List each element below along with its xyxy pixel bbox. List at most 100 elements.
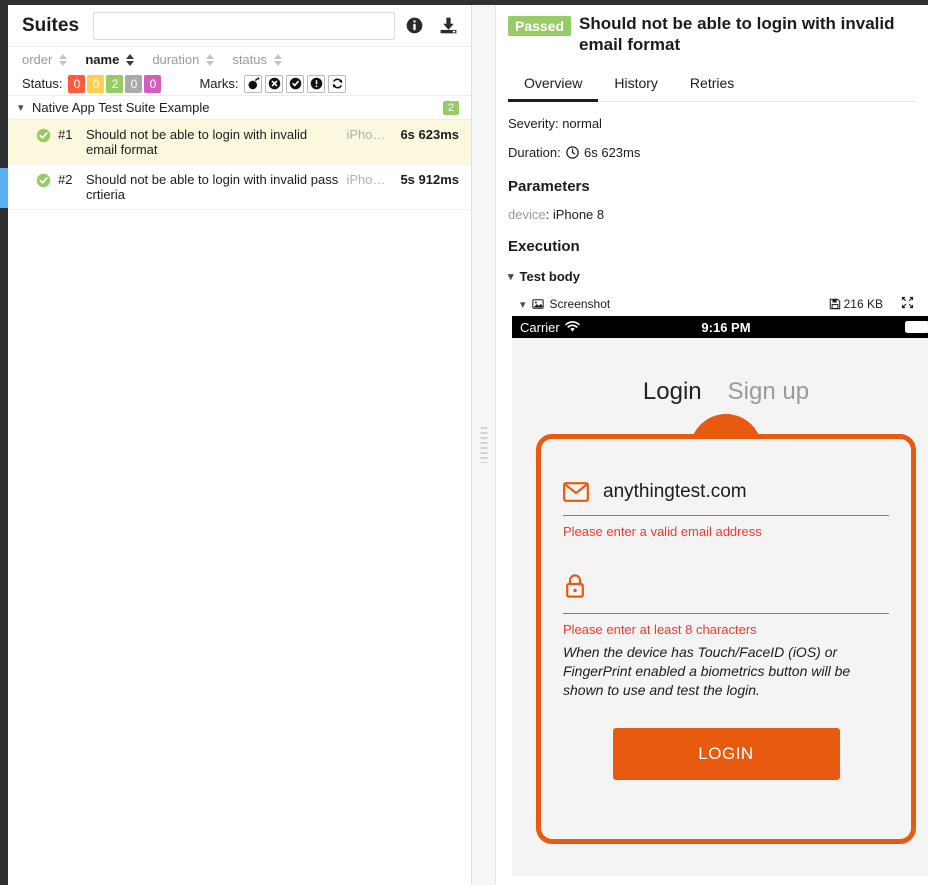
sort-arrows-icon (274, 53, 282, 66)
retry-refresh-icon[interactable] (328, 74, 347, 93)
sort-arrows-icon (126, 53, 135, 66)
severity-value: normal (562, 116, 602, 131)
password-field-underline (563, 613, 889, 614)
marks-group (244, 74, 347, 93)
sort-label-name: name (85, 52, 120, 67)
suite-tree: ▾ Native App Test Suite Example 2 #1 Sho… (8, 96, 471, 210)
sort-arrows-icon (59, 53, 68, 66)
envelope-icon (563, 482, 589, 502)
test-order: #1 (58, 127, 73, 142)
sort-column-order[interactable]: order (22, 52, 68, 67)
passed-status-icon (36, 172, 58, 191)
password-error-message: Please enter at least 8 characters (563, 622, 757, 637)
severity-label: Severity: (508, 116, 559, 131)
app-tab-signup[interactable]: Sign up (728, 378, 809, 406)
suites-header: Suites (8, 5, 471, 47)
duration-label: Duration: (508, 145, 561, 160)
severity-line: Severity: normal (508, 116, 916, 131)
login-button[interactable]: LOGIN (612, 728, 840, 780)
passed-status-icon (36, 127, 58, 146)
biometrics-note: When the device has Touch/FaceID (iOS) o… (563, 644, 851, 698)
status-chip-unknown[interactable]: 0 (144, 74, 162, 93)
duration-line: Duration: 6s 623ms (508, 145, 916, 162)
attachment-size-group: 216 KB (829, 297, 883, 311)
chevron-down-icon: ▾ (520, 298, 526, 311)
sort-column-duration[interactable]: duration (152, 52, 215, 67)
test-list-item-2[interactable]: #2 Should not be able to login with inva… (8, 165, 471, 210)
test-detail-header: Passed Should not be able to login with … (496, 5, 928, 102)
image-icon (531, 298, 544, 310)
sort-column-status[interactable]: status (232, 52, 282, 67)
suite-name: Native App Test Suite Example (32, 100, 210, 115)
page-title: Should not be able to login with invalid… (579, 14, 895, 54)
filter-row: Status: 0 0 2 0 0 Marks: (8, 72, 471, 96)
status-chip-group: 0 0 2 0 0 (68, 74, 162, 93)
chevron-down-icon: ▾ (508, 271, 514, 283)
test-name: Should not be able to login with invalid… (86, 127, 308, 157)
clock-icon (566, 146, 580, 162)
test-detail-body: Severity: normal Duration: 6s 623ms Para… (496, 116, 928, 876)
chevron-down-icon: ▾ (18, 102, 24, 114)
parameters-heading: Parameters (508, 178, 590, 195)
fullscreen-expand-icon[interactable] (901, 296, 914, 312)
phone-status-bar: Carrier 9:16 PM (512, 316, 928, 338)
status-chip-failed[interactable]: 0 (68, 74, 86, 93)
attachment-name: Screenshot (549, 297, 611, 311)
duration-value: 6s 623ms (584, 145, 641, 160)
broken-x-circle-icon[interactable] (265, 74, 284, 93)
tab-overview[interactable]: Overview (508, 67, 599, 102)
floppy-save-icon (829, 298, 841, 310)
info-icon[interactable] (399, 11, 429, 41)
attachment-size: 216 KB (843, 297, 883, 311)
sort-column-name[interactable]: name (85, 52, 135, 67)
suites-pane: Suites order name duration status Status… (8, 5, 472, 885)
nav-segment-overview[interactable] (0, 5, 8, 168)
attachment-row[interactable]: ▾ Screenshot 216 KB (520, 296, 916, 312)
test-detail-pane: Passed Should not be able to login with … (496, 5, 928, 885)
status-chip-skipped[interactable]: 0 (125, 74, 143, 93)
execution-heading: Execution (508, 238, 580, 255)
splitter-grip-icon[interactable] (480, 427, 487, 463)
email-field-group: anythingtest.com Please enter a valid em… (563, 471, 889, 539)
left-nav-strip (0, 5, 8, 885)
suite-group-row[interactable]: ▾ Native App Test Suite Example 2 (8, 96, 471, 120)
test-body-toggle[interactable]: ▾ Test body (508, 269, 916, 284)
download-icon[interactable] (433, 11, 463, 41)
login-card: anythingtest.com Please enter a valid em… (536, 434, 916, 844)
tab-retries[interactable]: Retries (674, 67, 750, 102)
status-chip-passed[interactable]: 2 (106, 74, 124, 93)
suite-count-badge: 2 (442, 100, 459, 115)
lock-icon (563, 573, 587, 599)
test-duration: 6s 623ms (400, 127, 459, 142)
parameter-value: iPhone 8 (552, 207, 605, 222)
phone-clock: 9:16 PM (701, 319, 751, 335)
password-field-group: Please enter at least 8 characters (563, 565, 889, 637)
suites-title: Suites (22, 14, 80, 36)
test-device: iPhon... (346, 127, 391, 142)
sort-label-status: status (232, 52, 267, 67)
parameter-row: device: iPhone 8 (508, 207, 605, 222)
status-chip-broken[interactable]: 0 (87, 74, 105, 93)
nav-segment-suites-active[interactable] (0, 168, 8, 208)
email-field-underline (563, 515, 889, 516)
tab-history[interactable]: History (598, 67, 674, 102)
email-field[interactable]: anythingtest.com (603, 481, 747, 503)
nav-segment-rest[interactable] (0, 208, 8, 885)
flaky-bomb-icon[interactable] (244, 74, 263, 93)
sort-label-duration: duration (152, 52, 200, 67)
known-issue-exclamation-icon[interactable] (307, 74, 326, 93)
fixed-check-circle-icon[interactable] (286, 74, 305, 93)
status-filter-label: Status: (22, 76, 63, 91)
marks-filter-label: Marks: (199, 76, 239, 91)
test-list-item-1[interactable]: #1 Should not be able to login with inva… (8, 120, 471, 165)
sort-arrows-icon (206, 53, 215, 66)
app-auth-tabs: Login Sign up (512, 338, 928, 406)
search-input[interactable] (93, 11, 395, 40)
test-order: #2 (58, 172, 73, 187)
sort-header-row: order name duration status (8, 47, 471, 72)
pane-splitter[interactable] (472, 5, 496, 885)
sort-label-order: order (22, 52, 53, 67)
app-tab-login[interactable]: Login (643, 378, 702, 406)
test-name: Should not be able to login with invalid… (86, 172, 339, 202)
email-error-message: Please enter a valid email address (563, 524, 762, 539)
